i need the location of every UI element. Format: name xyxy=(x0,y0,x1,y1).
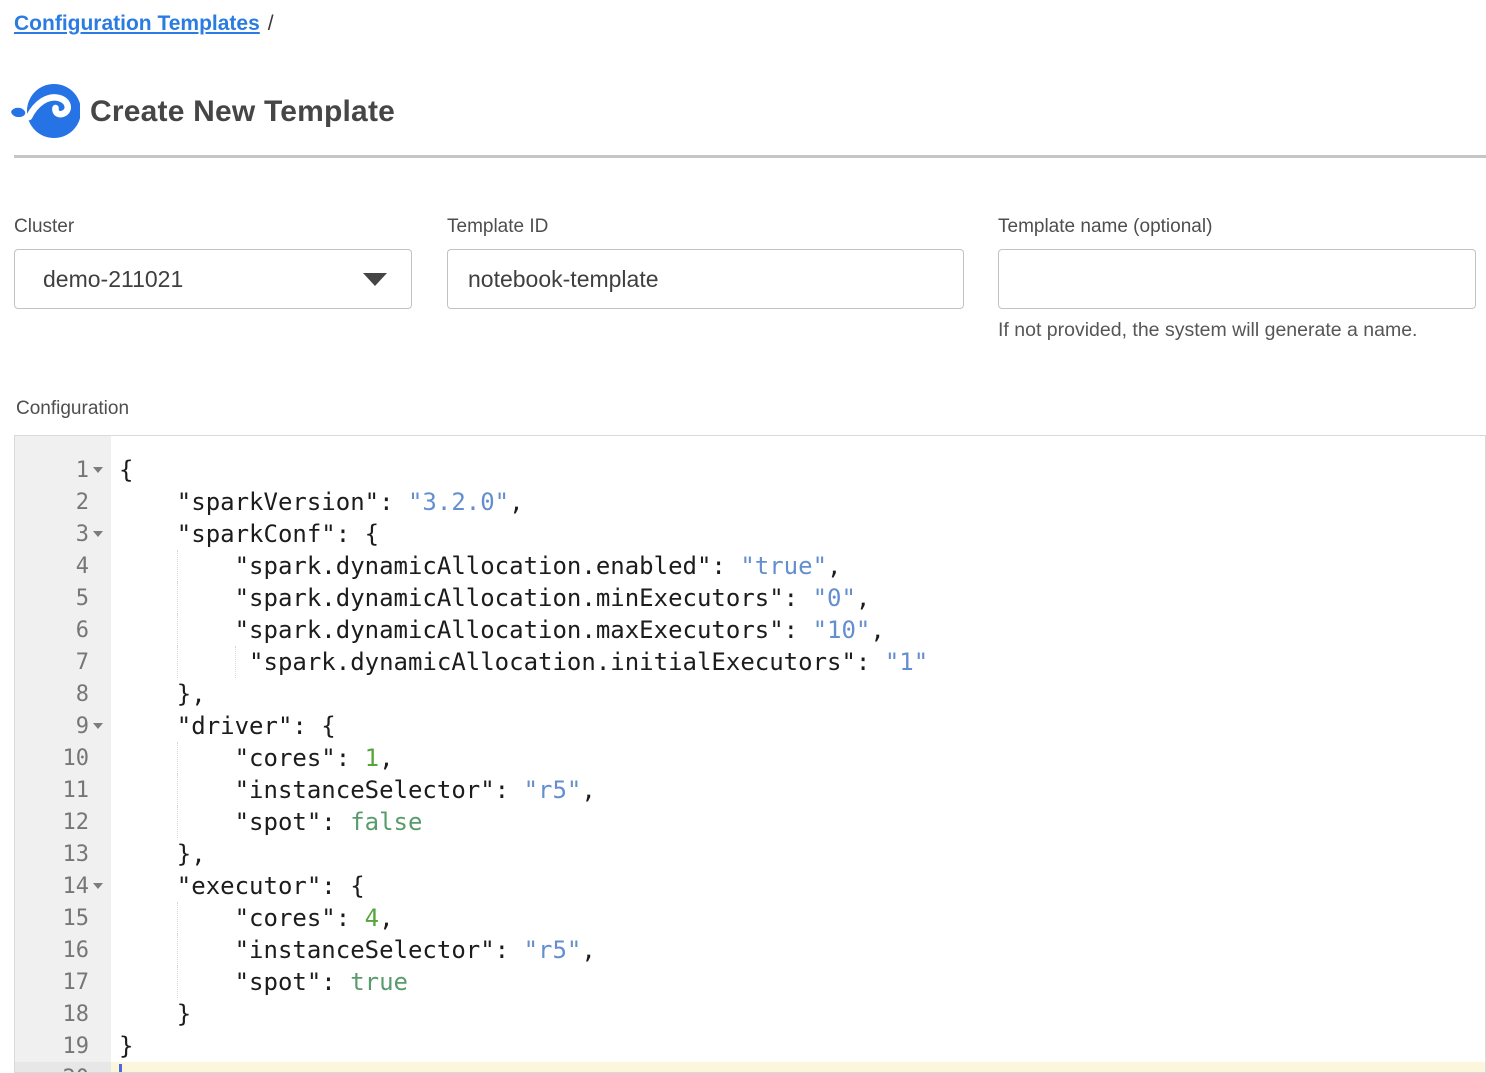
gutter-line-number: 11 xyxy=(15,774,111,806)
indent-guide xyxy=(235,646,236,678)
code-line[interactable]: 10 "cores": 1, xyxy=(15,742,1485,774)
gutter-line-number: 7 xyxy=(15,646,111,678)
code-line[interactable]: 19} xyxy=(15,1030,1485,1062)
code-editor[interactable]: 1{2 "sparkVersion": "3.2.0",3 "sparkConf… xyxy=(14,435,1486,1073)
header-divider xyxy=(14,155,1486,158)
gutter-line-number: 1 xyxy=(15,454,111,486)
indent-guide xyxy=(177,582,178,614)
template-name-helper: If not provided, the system will generat… xyxy=(998,319,1476,342)
code-line[interactable]: 3 "sparkConf": { xyxy=(15,518,1485,550)
code-line[interactable]: 9 "driver": { xyxy=(15,710,1485,742)
gutter-line-number: 4 xyxy=(15,550,111,582)
gutter-line-number: 18 xyxy=(15,998,111,1030)
indent-guide xyxy=(177,966,178,998)
cluster-label: Cluster xyxy=(14,216,412,238)
indent-guide xyxy=(177,806,178,838)
dropdown-caret-icon xyxy=(363,273,387,286)
fold-arrow-icon[interactable] xyxy=(93,467,103,473)
editor-cursor xyxy=(119,1064,122,1073)
gutter-line-number: 2 xyxy=(15,486,111,518)
breadcrumb-link[interactable]: Configuration Templates xyxy=(14,12,260,35)
gutter-line-number: 6 xyxy=(15,614,111,646)
code-line[interactable]: 1{ xyxy=(15,454,1485,486)
gutter-line-number: 15 xyxy=(15,902,111,934)
indent-guide xyxy=(177,646,178,678)
active-code-line[interactable]: 20 xyxy=(15,1062,1485,1073)
gutter-line-number: 13 xyxy=(15,838,111,870)
indent-guide xyxy=(177,774,178,806)
code-line[interactable]: 18 } xyxy=(15,998,1485,1030)
template-form: Cluster demo-211021 Template ID Template… xyxy=(14,216,1476,342)
code-line[interactable]: 17 "spot": true xyxy=(15,966,1485,998)
template-name-label: Template name (optional) xyxy=(998,216,1476,238)
code-line[interactable]: 15 "cores": 4, xyxy=(15,902,1485,934)
template-name-input[interactable] xyxy=(998,249,1476,309)
code-line[interactable]: 13 }, xyxy=(15,838,1485,870)
breadcrumb-separator: / xyxy=(268,12,274,35)
page-header: Create New Template xyxy=(8,82,395,142)
ocean-logo-icon xyxy=(8,82,80,142)
indent-guide xyxy=(177,550,178,582)
fold-arrow-icon[interactable] xyxy=(93,723,103,729)
template-id-input[interactable] xyxy=(447,249,964,309)
template-name-field: Template name (optional) If not provided… xyxy=(998,216,1476,342)
gutter-line-number: 19 xyxy=(15,1030,111,1062)
page-title: Create New Template xyxy=(90,95,395,129)
cluster-field: Cluster demo-211021 xyxy=(14,216,412,342)
code-line[interactable]: 4 "spark.dynamicAllocation.enabled": "tr… xyxy=(15,550,1485,582)
code-line[interactable]: 8 }, xyxy=(15,678,1485,710)
gutter-line-number: 12 xyxy=(15,806,111,838)
code-line[interactable]: 7 "spark.dynamicAllocation.initialExecut… xyxy=(15,646,1485,678)
template-id-label: Template ID xyxy=(447,216,964,238)
editor-lines: 1{2 "sparkVersion": "3.2.0",3 "sparkConf… xyxy=(15,436,1485,1073)
gutter-line-number: 3 xyxy=(15,518,111,550)
template-id-field: Template ID xyxy=(447,216,964,342)
gutter-line-number: 9 xyxy=(15,710,111,742)
fold-arrow-icon[interactable] xyxy=(93,531,103,537)
code-line[interactable]: 6 "spark.dynamicAllocation.maxExecutors"… xyxy=(15,614,1485,646)
code-line[interactable]: 5 "spark.dynamicAllocation.minExecutors"… xyxy=(15,582,1485,614)
gutter-line-number: 20 xyxy=(15,1062,111,1073)
breadcrumb: Configuration Templates / xyxy=(14,12,274,36)
gutter-line-number: 8 xyxy=(15,678,111,710)
gutter-line-number: 16 xyxy=(15,934,111,966)
code-line[interactable]: 2 "sparkVersion": "3.2.0", xyxy=(15,486,1485,518)
gutter-line-number: 5 xyxy=(15,582,111,614)
configuration-label: Configuration xyxy=(16,398,129,420)
code-line[interactable]: 11 "instanceSelector": "r5", xyxy=(15,774,1485,806)
indent-guide xyxy=(177,742,178,774)
fold-arrow-icon[interactable] xyxy=(93,883,103,889)
indent-guide xyxy=(177,902,178,934)
code-line[interactable]: 16 "instanceSelector": "r5", xyxy=(15,934,1485,966)
gutter-line-number: 10 xyxy=(15,742,111,774)
cluster-select-value: demo-211021 xyxy=(15,266,183,293)
indent-guide xyxy=(177,934,178,966)
gutter-line-number: 14 xyxy=(15,870,111,902)
code-line[interactable]: 14 "executor": { xyxy=(15,870,1485,902)
indent-guide xyxy=(177,614,178,646)
code-line[interactable]: 12 "spot": false xyxy=(15,806,1485,838)
gutter-line-number: 17 xyxy=(15,966,111,998)
cluster-select[interactable]: demo-211021 xyxy=(14,249,412,309)
